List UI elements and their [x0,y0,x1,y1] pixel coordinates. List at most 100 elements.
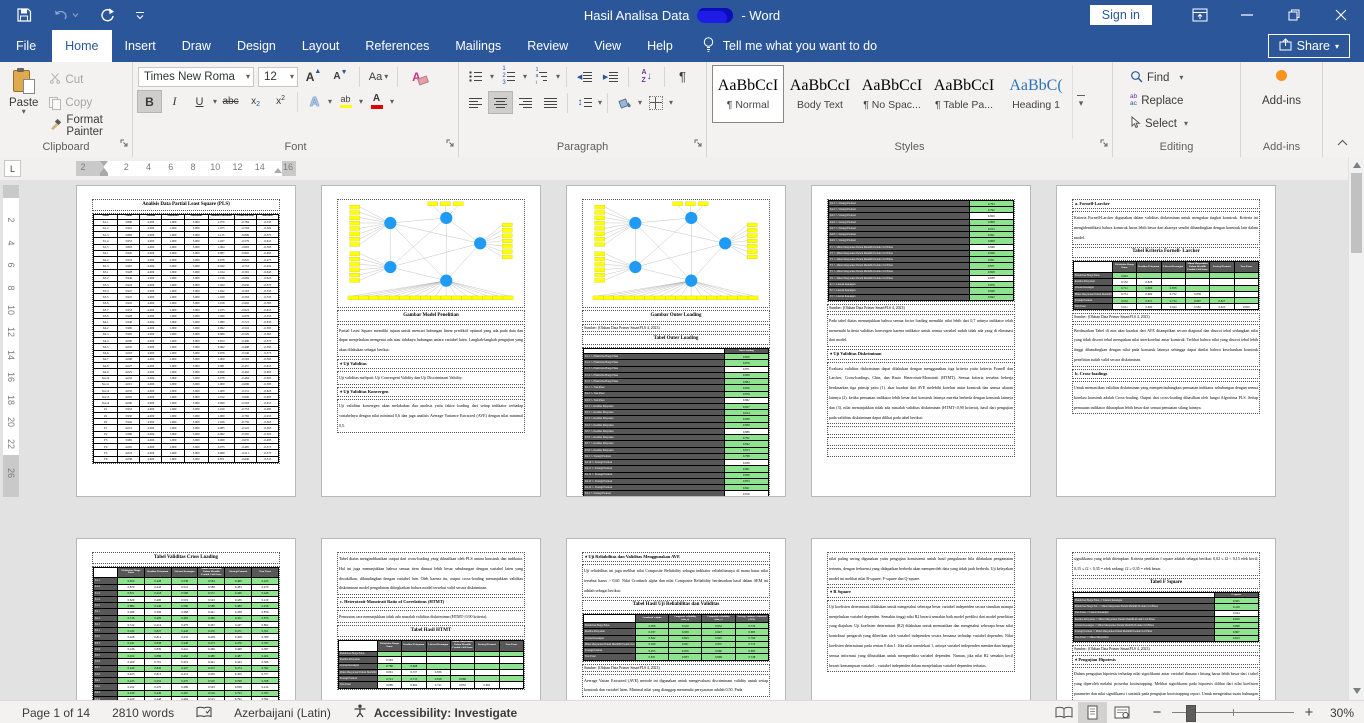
collapse-ribbon-icon[interactable] [1337,133,1348,151]
text-effects-button[interactable]: A [303,91,326,112]
horizontal-ruler[interactable]: 2246810121416 [76,161,296,176]
show-formatting-marks-button[interactable]: ¶ [671,66,694,87]
vertical-ruler[interactable]: 24681012141618202226 [3,185,19,497]
subscript-button[interactable]: x2 [244,91,267,112]
format-painter-button[interactable]: Format Painter [46,114,127,137]
tab-draw[interactable]: Draw [169,30,224,62]
clear-formatting-button[interactable]: A [405,66,428,87]
page-thumbnail[interactable]: Gambar Model PenelitianPartial Least Squ… [321,185,541,497]
tab-file[interactable]: File [0,30,52,62]
left-indent-marker[interactable] [100,173,108,176]
zoom-in-button[interactable]: + [1302,706,1316,720]
page-thumbnail[interactable]: Tabel diatas mengindikasikan output dari… [321,538,541,700]
tab-insert[interactable]: Insert [112,30,169,62]
zoom-slider-handle[interactable] [1186,705,1196,722]
find-button[interactable]: Find▾ [1127,66,1235,89]
page-thumbnail[interactable]: ♦ Uji Reliabilitas dan Validitas Menggun… [566,538,786,700]
shading-button[interactable] [613,92,636,113]
font-size-select[interactable]: 12▾ [258,67,298,87]
text-highlight-button[interactable]: ab [334,91,357,112]
vertical-scrollbar[interactable] [1348,157,1364,700]
ribbon-display-options-icon[interactable] [1176,0,1223,30]
bullets-button[interactable] [464,66,487,87]
style--normal[interactable]: AaBbCcI¶ Normal [713,66,783,122]
tab-references[interactable]: References [352,30,442,62]
page-thumbnail[interactable]: Gambar Outer LoadingSumber: (Olahan Data… [566,185,786,497]
font-family-select[interactable]: Times New Roma▾ [138,67,254,87]
tell-me-box[interactable]: Tell me what you want to do [702,30,877,62]
dialog-launcher-icon[interactable] [1100,137,1109,153]
borders-button[interactable] [644,92,667,113]
accessibility-status[interactable]: Accessibility: Investigate [353,704,517,721]
font-color-button[interactable]: A [365,91,388,112]
increase-indent-button[interactable]: ▶ [599,66,622,87]
italic-button[interactable]: I [163,91,186,112]
redo-icon[interactable] [99,7,115,23]
word-count[interactable]: 2810 words [112,706,174,720]
tab-stop-selector[interactable]: L [4,160,21,177]
numbering-button[interactable]: 123 [497,66,520,87]
page-thumbnail[interactable]: nilai paling sering digunakan yaitu peng… [811,538,1031,700]
tab-design[interactable]: Design [224,30,289,62]
style--no-spac-[interactable]: AaBbCcI¶ No Spac... [857,66,927,122]
change-case-button[interactable]: Aa▾ [367,66,390,87]
read-mode-button[interactable] [1049,702,1078,723]
page-thumbnail[interactable]: Analisis Data Partial Least Square (PLS)… [76,185,296,497]
copy-button[interactable]: Copy [46,91,127,114]
page-indicator[interactable]: Page 1 of 14 [22,706,90,720]
dialog-launcher-icon[interactable] [446,137,455,153]
tab-mailings[interactable]: Mailings [442,30,514,62]
replace-button[interactable]: abac Replace [1127,89,1235,112]
bold-button[interactable]: B [138,91,161,112]
add-ins-button[interactable]: Add-ins [1262,95,1301,107]
share-button[interactable]: Share ▾ [1268,34,1350,58]
page-thumbnail[interactable]: signifikansi yang telah ditetapkan. Krit… [1056,538,1276,700]
underline-button[interactable]: U [188,91,211,112]
align-left-button[interactable] [464,92,487,113]
proofing-icon[interactable] [196,706,212,719]
align-right-button[interactable] [514,92,537,113]
style-heading-1[interactable]: AaBbC(Heading 1 [1001,66,1071,122]
page-thumbnail[interactable]: X4.3 <- Strategi Promosi0.793X4.4 <- Str… [811,185,1031,497]
minimize-button[interactable] [1223,0,1270,30]
right-indent-marker[interactable] [274,168,282,173]
document-canvas[interactable]: 24681012141618202226 Analisis Data Parti… [0,180,1348,700]
first-line-indent-marker[interactable] [100,161,108,166]
tab-home[interactable]: Home [52,30,111,62]
sort-button[interactable]: AZ↓ [635,66,658,87]
page-thumbnail[interactable]: a. Fornell-LarckerKriteria Fornell-Larck… [1056,185,1276,497]
style--table-pa-[interactable]: AaBbCcI¶ Table Pa... [929,66,999,122]
restore-button[interactable] [1270,0,1317,30]
select-button[interactable]: Select▾ [1127,112,1235,135]
scroll-down-icon[interactable] [1353,688,1361,694]
page-thumbnail[interactable]: Tabel Validitas Cross LoadingEfektivitas… [76,538,296,700]
tab-layout[interactable]: Layout [289,30,353,62]
shrink-font-button[interactable]: A▼ [329,66,352,87]
cut-button[interactable]: Cut [46,68,127,91]
zoom-slider[interactable] [1172,702,1294,723]
style-body-text[interactable]: AaBbCcIBody Text [785,66,855,122]
tab-review[interactable]: Review [514,30,581,62]
multilevel-list-button[interactable]: 1ai [530,66,553,87]
decrease-indent-button[interactable]: ◀ [573,66,596,87]
language-indicator[interactable]: Azerbaijani (Latin) [234,706,331,720]
strikethrough-button[interactable]: abc [219,91,242,112]
web-layout-button[interactable] [1107,702,1136,723]
paste-button[interactable]: Paste ▾ [5,66,42,139]
superscript-button[interactable]: x2 [269,91,292,112]
close-button[interactable] [1317,0,1364,30]
styles-more-button[interactable]: ▾ [1072,65,1089,139]
dialog-launcher-icon[interactable] [120,137,129,153]
grow-font-button[interactable]: A▲ [302,66,325,87]
tab-help[interactable]: Help [634,30,686,62]
align-center-button[interactable] [489,92,512,113]
zoom-out-button[interactable]: − [1150,706,1164,720]
scrollbar-thumb[interactable] [1351,173,1362,253]
sign-in-button[interactable]: Sign in [1090,5,1152,25]
line-spacing-button[interactable]: ↕ [573,92,596,113]
zoom-percentage[interactable]: 30% [1316,706,1354,720]
dialog-launcher-icon[interactable] [694,137,703,153]
tab-view[interactable]: View [581,30,634,62]
print-layout-button[interactable] [1078,702,1107,723]
scroll-up-icon[interactable] [1353,162,1361,168]
